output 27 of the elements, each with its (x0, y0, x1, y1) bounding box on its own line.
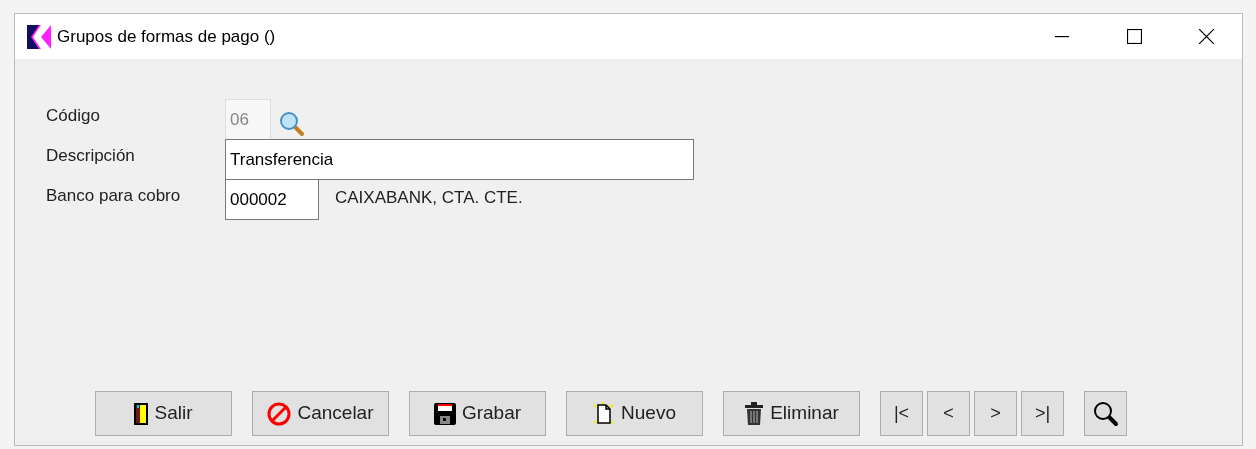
search-icon (279, 111, 305, 137)
navigation-button[interactable]: < (927, 391, 970, 436)
window-title: Grupos de formas de pago () (57, 25, 276, 48)
save-button[interactable]: Grabar (409, 391, 546, 436)
maximize-icon (1126, 29, 1142, 44)
new-button[interactable]: Nuevo (566, 391, 703, 436)
minimize-icon (1055, 35, 1069, 38)
prohibited-icon (267, 401, 292, 426)
navigation-button[interactable]: > (974, 391, 1017, 436)
app-logo-icon (27, 24, 51, 49)
text-field[interactable]: Transferencia (225, 139, 694, 180)
exit-button[interactable]: Salir (95, 391, 232, 436)
door-icon (134, 402, 149, 425)
field-label: Banco para cobro (46, 185, 182, 207)
navigation-button[interactable]: >| (1021, 391, 1064, 436)
text-field[interactable]: 000002 (225, 179, 319, 220)
delete-button[interactable]: Eliminar (723, 391, 860, 436)
bank-name: CAIXABANK, CTA. CTE. (335, 187, 523, 209)
search-icon (1092, 400, 1119, 427)
new-page-icon (593, 401, 616, 426)
trash-can-icon (744, 401, 765, 426)
field-label: Descripción (46, 145, 136, 167)
navigation-button[interactable]: |< (880, 391, 923, 436)
close-icon (1198, 29, 1214, 44)
field-label: Código (46, 105, 101, 127)
search-button[interactable] (1084, 391, 1127, 436)
cancel-button[interactable]: Cancelar (252, 391, 389, 436)
